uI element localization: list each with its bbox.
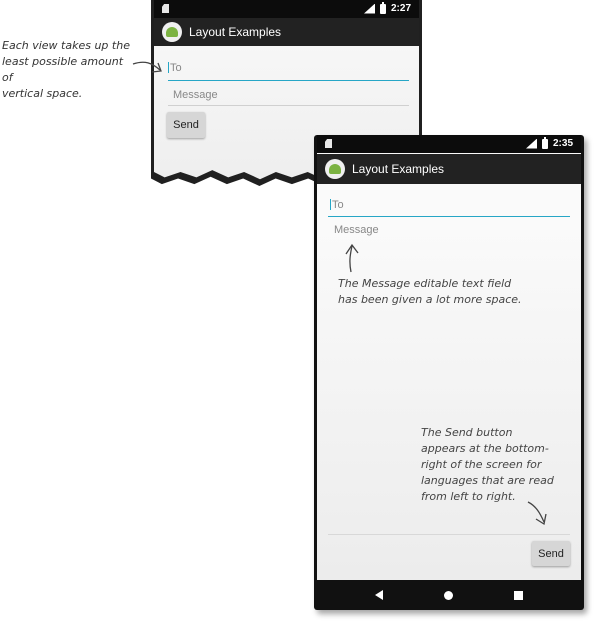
annotation-message-more-space: The Message editable text field has been…	[338, 276, 538, 308]
network-label: 4G	[360, 2, 369, 9]
annotation-line: The Message editable text field	[338, 277, 512, 290]
navigation-bar	[314, 580, 584, 610]
sd-card-icon	[162, 4, 169, 13]
annotation-line: The Send button	[421, 426, 513, 439]
annotation-line: has been given a lot more space.	[338, 293, 522, 306]
status-time: 2:35	[552, 138, 573, 149]
to-hint: To	[332, 199, 344, 211]
annotation-line: Each view takes up the	[2, 39, 130, 52]
status-bar: 4G 2:27	[154, 0, 419, 18]
app-launcher-icon	[162, 22, 182, 42]
annotation-send-bottom-right: The Send button appears at the bottom- r…	[421, 425, 571, 505]
annotation-line: right of the screen for	[421, 458, 542, 471]
annotation-line: appears at the bottom-	[421, 442, 549, 455]
app-launcher-icon	[325, 159, 345, 179]
message-field[interactable]: Message	[168, 89, 409, 106]
annotation-line: languages that are read	[421, 474, 554, 487]
to-field[interactable]: To	[328, 199, 570, 217]
status-time: 2:27	[390, 3, 411, 14]
network-label: 4G	[522, 137, 531, 144]
annotation-views-least-space: Each view takes up the least possible am…	[2, 38, 137, 102]
home-icon[interactable]	[443, 590, 453, 600]
phone-large: 4G 2:35 Layout Examples To Message Send	[314, 135, 584, 610]
sd-card-icon	[325, 139, 332, 148]
battery-icon	[541, 136, 548, 149]
message-hint: Message	[334, 224, 379, 236]
phone-screen: 4G 2:35 Layout Examples To Message Send	[317, 135, 581, 580]
back-icon[interactable]	[374, 590, 383, 600]
text-cursor	[168, 62, 169, 73]
send-button[interactable]: Send	[532, 541, 570, 566]
send-button[interactable]: Send	[167, 112, 205, 138]
annotation-line: least possible amount of	[2, 55, 124, 84]
to-hint: To	[170, 62, 182, 74]
app-title: Layout Examples	[189, 25, 282, 39]
annotation-line: vertical space.	[2, 87, 83, 100]
message-hint: Message	[173, 89, 218, 101]
app-bar: Layout Examples	[154, 18, 419, 46]
text-cursor	[330, 199, 331, 210]
signal-icon: 4G	[360, 2, 375, 14]
status-bar: 4G 2:35	[317, 135, 581, 153]
signal-icon: 4G	[522, 137, 537, 149]
app-bar: Layout Examples	[317, 154, 581, 184]
annotation-line: from left to right.	[421, 490, 516, 503]
app-title: Layout Examples	[352, 162, 445, 176]
to-field[interactable]: To	[168, 62, 409, 81]
recents-icon[interactable]	[514, 590, 524, 600]
battery-icon	[379, 1, 386, 14]
